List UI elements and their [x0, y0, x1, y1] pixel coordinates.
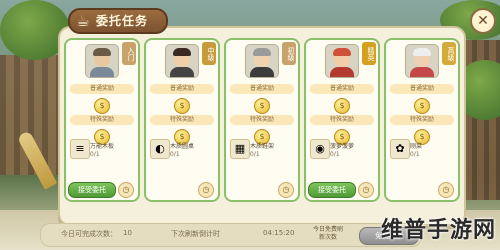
commission-card[interactable]: 入门 普通奖励 $ 特殊奖励 $ ≡ 万能木板 0/1 接受委托 ◷ [64, 38, 140, 202]
item-name: 万能木板 [90, 143, 115, 150]
required-item: ▦ 木质鞋架 0/1 [230, 139, 294, 169]
clock-icon[interactable]: ◷ [198, 182, 214, 198]
item-name: 木质圆桌 [170, 143, 195, 150]
clock-icon[interactable]: ◷ [118, 182, 134, 198]
item-count: 0/1 [170, 151, 180, 158]
difficulty-badge: 初级 [282, 42, 296, 65]
item-count: 0/1 [410, 151, 420, 158]
coin-reward-icon: $ [94, 98, 110, 114]
commission-card[interactable]: 高级 普通奖励 $ 特殊奖励 $ ✿ 刚菜 0/1 ◷ [384, 38, 460, 202]
daily-completions-label: 今日可完成次数： [61, 230, 117, 238]
npc-avatar [405, 44, 439, 78]
item-count: 0/1 [250, 151, 260, 158]
accept-commission-button[interactable]: 接受委托 [68, 182, 116, 198]
special-reward-label: 特殊奖励 [230, 115, 294, 125]
item-icon: ▦ [230, 139, 250, 159]
required-item: ✿ 刚菜 0/1 [390, 139, 454, 169]
clock-icon[interactable]: ◷ [358, 182, 374, 198]
commission-card[interactable]: 中级 普通奖励 $ 特殊奖励 $ ◐ 木质圆桌 0/1 ◷ [144, 38, 220, 202]
difficulty-badge: 中级 [202, 42, 216, 65]
clock-icon[interactable]: ◷ [278, 182, 294, 198]
site-watermark: 维普手游网 [380, 218, 496, 243]
free-refresh-count-label: 今日免费刷新次数 [313, 226, 344, 241]
npc-avatar [85, 44, 119, 78]
close-button[interactable]: ✕ [470, 8, 496, 34]
item-icon: ◉ [310, 139, 330, 159]
tea-cup-icon: ☕ [76, 12, 90, 30]
special-reward-label: 特殊奖励 [390, 115, 454, 125]
accept-commission-button[interactable]: 接受委托 [308, 182, 356, 198]
required-item: ◐ 木质圆桌 0/1 [150, 139, 214, 169]
commission-card[interactable]: 精英 普通奖励 $ 特殊奖励 $ ◉ 菠萝菠萝 0/1 接受委托 ◷ [304, 38, 380, 202]
normal-reward-label: 普通奖励 [70, 84, 134, 94]
normal-reward-label: 普通奖励 [390, 84, 454, 94]
commission-card[interactable]: 初级 普通奖励 $ 特殊奖励 $ ▦ 木质鞋架 0/1 ◷ [224, 38, 300, 202]
daily-completions-value: 10 [123, 229, 132, 237]
npc-avatar [245, 44, 279, 78]
required-item: ≡ 万能木板 0/1 [70, 139, 134, 169]
window-title: 委托任务 [96, 14, 149, 28]
window-title-tab: ☕ 委托任务 [68, 8, 168, 34]
bottom-bar: 今日可完成次数： 10 下次刷新倒计时 04:15:20 今日免费刷新次数 免费… [40, 223, 422, 247]
normal-reward-label: 普通奖励 [230, 84, 294, 94]
difficulty-badge: 精英 [362, 42, 376, 65]
special-reward-label: 特殊奖励 [150, 115, 214, 125]
npc-avatar [325, 44, 359, 78]
item-icon: ◐ [150, 139, 170, 159]
item-count: 0/1 [90, 151, 100, 158]
npc-avatar [165, 44, 199, 78]
normal-reward-label: 普通奖励 [310, 84, 374, 94]
item-icon: ✿ [390, 139, 410, 159]
item-count: 0/1 [330, 151, 340, 158]
coin-reward-icon: $ [174, 98, 190, 114]
item-name: 木质鞋架 [250, 143, 275, 150]
item-name: 菠萝菠萝 [330, 143, 355, 150]
difficulty-badge: 高级 [442, 42, 456, 65]
required-item: ◉ 菠萝菠萝 0/1 [310, 139, 374, 169]
coin-reward-icon: $ [254, 98, 270, 114]
refresh-countdown-label: 下次刷新倒计时 [171, 230, 220, 238]
special-reward-label: 特殊奖励 [70, 115, 134, 125]
item-name: 刚菜 [410, 143, 423, 150]
special-reward-label: 特殊奖励 [310, 115, 374, 125]
difficulty-badge: 入门 [122, 42, 136, 65]
normal-reward-label: 普通奖励 [150, 84, 214, 94]
refresh-countdown-value: 04:15:20 [263, 229, 295, 237]
coin-reward-icon: $ [414, 98, 430, 114]
item-icon: ≡ [70, 139, 90, 159]
coin-reward-icon: $ [334, 98, 350, 114]
clock-icon[interactable]: ◷ [438, 182, 454, 198]
